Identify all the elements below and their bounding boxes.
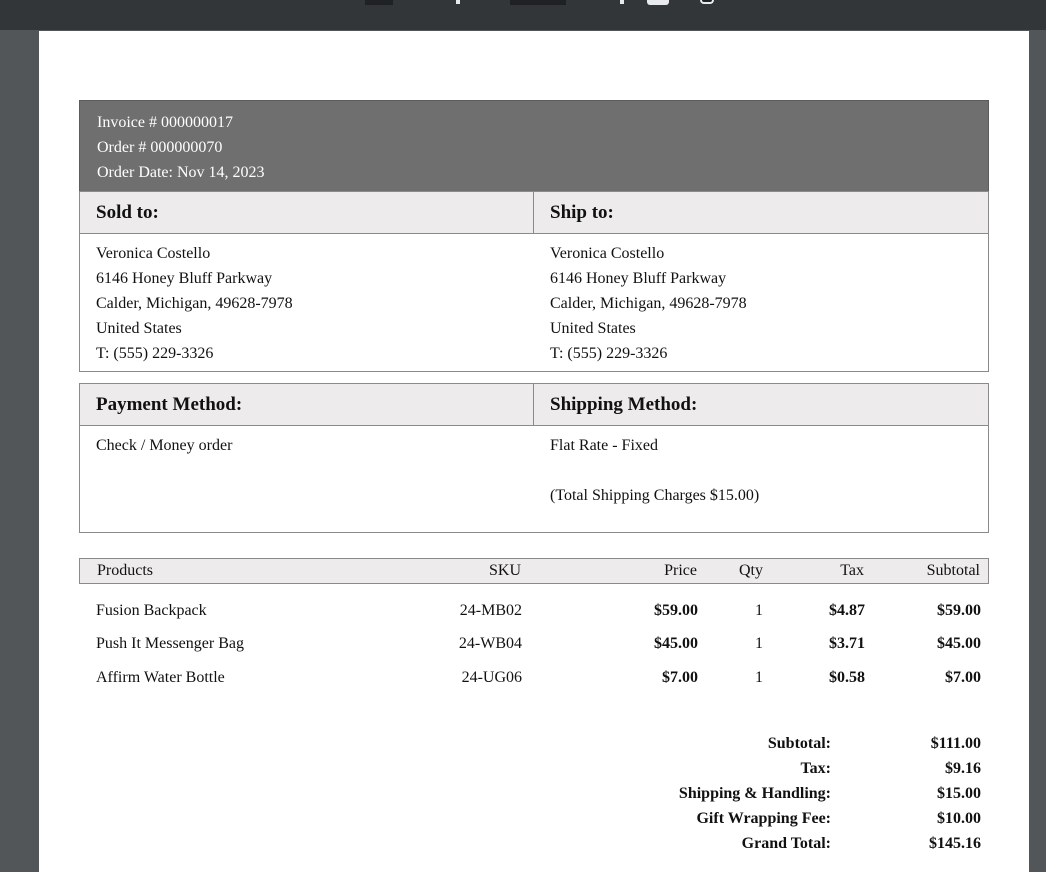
tax-value: $9.16 (945, 760, 981, 777)
totals-row: Gift Wrapping Fee: $10.00 (79, 806, 989, 831)
address-line: Calder, Michigan, 49628-7978 (550, 295, 747, 312)
fit-page-icon[interactable] (647, 0, 669, 5)
product-price: $7.00 (662, 669, 698, 686)
qty-column-header: Qty (739, 562, 763, 579)
shipping-method-heading: Shipping Method: (550, 394, 698, 415)
table-row: Push It Messenger Bag 24-WB04 $45.00 1 $… (79, 631, 989, 657)
payment-method-text: Check / Money order (96, 437, 233, 454)
address-line: 6146 Honey Bluff Parkway (550, 270, 727, 287)
order-number: Order # 000000070 (97, 139, 223, 156)
totals-row: Subtotal: $111.00 (79, 731, 989, 756)
items-table-header: Products SKU Price Qty Tax Subtotal (79, 558, 989, 584)
address-line: Veronica Costello (550, 245, 665, 262)
product-subtotal: $7.00 (945, 669, 981, 686)
product-name: Fusion Backpack (96, 602, 207, 619)
rotate-icon[interactable] (700, 0, 714, 4)
pdf-viewer-toolbar (0, 0, 1046, 30)
product-name: Push It Messenger Bag (96, 635, 244, 652)
methods-box: Payment Method: Shipping Method: Check /… (79, 383, 989, 533)
product-price: $45.00 (654, 635, 698, 652)
table-row: Affirm Water Bottle 24-UG06 $7.00 1 $0.5… (79, 665, 989, 691)
sku-column-header: SKU (488, 562, 521, 579)
product-tax: $0.58 (829, 669, 865, 686)
totals-section: Subtotal: $111.00 Tax: $9.16 Shipping & … (79, 731, 989, 856)
invoice-number: Invoice # 000000017 (97, 114, 233, 131)
subtotal-label: Subtotal: (767, 735, 831, 752)
shipping-handling-value: $15.00 (937, 785, 981, 802)
tax-label: Tax: (800, 760, 831, 777)
grand-total-value: $145.16 (929, 835, 981, 852)
address-line: United States (550, 320, 636, 337)
address-line: 6146 Honey Bluff Parkway (96, 270, 273, 287)
product-tax: $4.87 (829, 602, 865, 619)
gift-wrapping-label: Gift Wrapping Fee: (696, 810, 831, 827)
address-box: Sold to: Ship to: Veronica Costello 6146… (79, 191, 989, 372)
address-line: United States (96, 320, 182, 337)
sold-to-address: Veronica Costello 6146 Honey Bluff Parkw… (80, 234, 534, 373)
product-sku: 24-WB04 (458, 635, 522, 652)
sold-to-heading: Sold to: (80, 192, 534, 233)
product-name: Affirm Water Bottle (96, 669, 225, 686)
shipping-method-text: Flat Rate - Fixed (550, 437, 658, 454)
product-qty: 1 (755, 602, 763, 619)
product-sku: 24-MB02 (459, 602, 522, 619)
address-line: Veronica Costello (96, 245, 211, 262)
product-qty: 1 (755, 635, 763, 652)
tax-column-header: Tax (840, 562, 864, 579)
zoom-field[interactable] (510, 0, 566, 5)
toolbar-control[interactable] (365, 0, 393, 5)
totals-row: Grand Total: $145.16 (79, 831, 989, 856)
product-tax: $3.71 (829, 635, 865, 652)
products-column-header: Products (97, 562, 153, 579)
separator-icon (620, 0, 624, 4)
product-sku: 24-UG06 (461, 669, 522, 686)
order-date: Order Date: Nov 14, 2023 (97, 164, 265, 181)
product-subtotal: $45.00 (937, 635, 981, 652)
shipping-handling-label: Shipping & Handling: (678, 785, 831, 802)
product-qty: 1 (755, 669, 763, 686)
gift-wrapping-value: $10.00 (937, 810, 981, 827)
totals-row: Shipping & Handling: $15.00 (79, 781, 989, 806)
payment-method-heading: Payment Method: (80, 384, 534, 425)
shipping-method-value: Flat Rate - Fixed (Total Shipping Charge… (534, 426, 988, 515)
product-subtotal: $59.00 (937, 602, 981, 619)
totals-row: Tax: $9.16 (79, 756, 989, 781)
product-price: $59.00 (654, 602, 698, 619)
subtotal-value: $111.00 (930, 735, 981, 752)
address-phone: T: (555) 229-3326 (96, 345, 214, 362)
ship-to-address: Veronica Costello 6146 Honey Bluff Parkw… (534, 234, 988, 373)
invoice-header: Invoice # 000000017 Order # 000000070 Or… (79, 100, 989, 192)
address-phone: T: (555) 229-3326 (550, 345, 668, 362)
address-line: Calder, Michigan, 49628-7978 (96, 295, 293, 312)
shipping-charges-text: (Total Shipping Charges $15.00) (550, 487, 760, 504)
table-row: Fusion Backpack 24-MB02 $59.00 1 $4.87 $… (79, 598, 989, 624)
grand-total-label: Grand Total: (741, 835, 831, 852)
subtotal-column-header: Subtotal (926, 562, 980, 579)
ship-to-heading: Ship to: (550, 202, 614, 223)
separator-icon (456, 0, 460, 4)
invoice-page: Invoice # 000000017 Order # 000000070 Or… (39, 31, 1029, 872)
price-column-header: Price (664, 562, 697, 579)
payment-method-value: Check / Money order (80, 426, 534, 515)
